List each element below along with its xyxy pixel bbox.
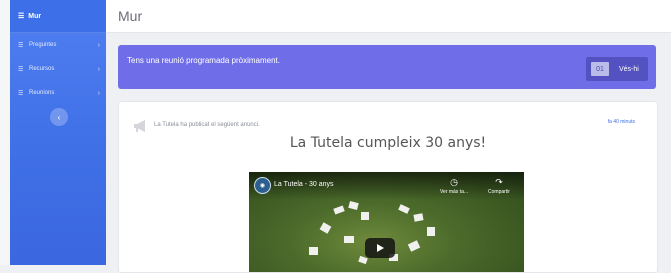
video-title[interactable]: La Tutela - 30 anys [274, 181, 334, 188]
clock-icon: ◷ [450, 177, 458, 187]
meeting-count-badge: 01 [591, 62, 609, 76]
sidebar-brand-label: Mur [28, 12, 42, 20]
announcement-card: La Tutela ha publicat el següent anunci.… [118, 101, 658, 273]
list-icon: ☰ [18, 90, 24, 97]
post-timestamp: fa 40 minuts [607, 119, 635, 125]
chevron-right-icon: › [97, 89, 100, 97]
watch-later-button[interactable]: ◷ Ver más ta... [434, 177, 474, 195]
play-button[interactable] [365, 238, 395, 258]
sidebar-item-reunions[interactable]: ☰ Reunions › [10, 81, 106, 105]
watch-later-label: Ver más ta... [439, 189, 469, 195]
list-icon: ☰ [18, 66, 24, 73]
play-icon [377, 244, 384, 252]
sidebar-item-label: Reunions [29, 90, 55, 96]
share-label: Compartir [488, 189, 510, 195]
top-bar: Mur [106, 0, 671, 33]
go-button-label: Vés-hi [619, 65, 639, 73]
sidebar: ☰ Mur ☰ Preguntes › ☰ Recursos › ☰ Reuni… [10, 0, 106, 265]
menu-icon: ☰ [18, 13, 25, 20]
chevron-left-icon: ‹ [57, 112, 61, 122]
video-player[interactable]: ◉ La Tutela - 30 anys ◷ Ver más ta... ↷ … [249, 172, 524, 272]
channel-logo[interactable]: ◉ [254, 177, 271, 194]
share-button[interactable]: ↷ Compartir [479, 177, 519, 195]
share-icon: ↷ [495, 177, 503, 187]
sidebar-collapse-button[interactable]: ‹ [50, 108, 68, 126]
sidebar-item-label: Recursos [29, 66, 55, 72]
posted-by-text: La Tutela ha publicat el següent anunci. [154, 122, 260, 128]
globe-icon: ◉ [259, 183, 266, 189]
announcement-title: La Tutela cumpleix 30 anys! [289, 135, 487, 151]
sidebar-item-recursos[interactable]: ☰ Recursos › [10, 57, 106, 81]
sidebar-item-preguntes[interactable]: ☰ Preguntes › [10, 33, 106, 57]
sidebar-brand[interactable]: ☰ Mur [10, 0, 106, 33]
megaphone-icon [134, 120, 145, 132]
main-content: Mur Tens una reunió programada pròximame… [106, 0, 671, 273]
sidebar-item-label: Preguntes [29, 42, 57, 48]
meeting-alert: Tens una reunió programada pròximament. … [118, 45, 656, 89]
left-gutter [0, 0, 10, 265]
list-icon: ☰ [18, 42, 24, 49]
chevron-right-icon: › [97, 65, 100, 73]
chevron-right-icon: › [97, 41, 100, 49]
alert-text: Tens una reunió programada pròximament. [127, 56, 280, 65]
page-title: Mur [118, 8, 143, 24]
go-to-meeting-button[interactable]: 01 Vés-hi [586, 57, 648, 81]
